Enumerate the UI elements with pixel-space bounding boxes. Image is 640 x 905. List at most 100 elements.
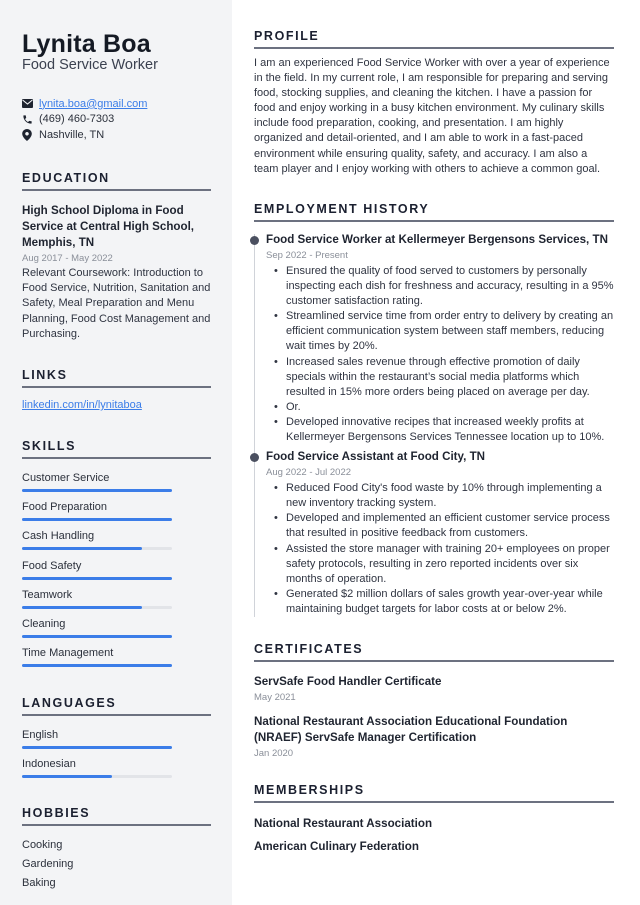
membership-item: American Culinary Federation bbox=[254, 840, 419, 853]
employment-section: EMPLOYMENT HISTORY Food Service Worker a… bbox=[250, 202, 614, 617]
job-title: Food Service Assistant at Food City, TN bbox=[266, 450, 486, 464]
certificates-section: CERTIFICATES ServSafe Food Handler Certi… bbox=[254, 642, 614, 760]
job-bullet: Generated $2 million dollars of sales gr… bbox=[274, 587, 614, 617]
level-bar-fill bbox=[22, 518, 172, 522]
job-entry: Food Service Assistant at Food City, TN A… bbox=[250, 449, 614, 617]
job-bullets: Ensured the quality of food served to cu… bbox=[266, 264, 614, 445]
skill-item: Cleaning bbox=[22, 617, 211, 646]
education-title: High School Diploma in Food Service at C… bbox=[22, 204, 195, 249]
level-bar-fill bbox=[22, 664, 172, 668]
level-bar-track bbox=[22, 634, 172, 638]
skill-item: Time Management bbox=[22, 646, 211, 675]
languages-section: LANGUAGES English Indonesian bbox=[22, 696, 211, 786]
contact-email: lynita.boa@gmail.com bbox=[22, 96, 222, 112]
language-label: English bbox=[22, 729, 59, 741]
email-link[interactable]: lynita.boa@gmail.com bbox=[39, 98, 147, 110]
links-section: LINKS linkedin.com/in/lynitaboa bbox=[22, 368, 211, 411]
level-bar-track bbox=[22, 746, 172, 749]
hobby-item: Cooking bbox=[22, 839, 63, 851]
education-heading: EDUCATION bbox=[22, 171, 110, 185]
languages-list: English Indonesian bbox=[22, 728, 211, 786]
level-bar-track bbox=[22, 518, 172, 522]
section-divider bbox=[22, 189, 211, 191]
level-bar-track bbox=[22, 605, 172, 609]
level-bar-fill bbox=[22, 605, 142, 609]
level-bar-track bbox=[22, 547, 172, 551]
level-bar-fill bbox=[22, 547, 142, 551]
level-bar-track bbox=[22, 576, 172, 580]
section-divider bbox=[22, 824, 211, 826]
linkedin-link[interactable]: linkedin.com/in/lynitaboa bbox=[22, 399, 211, 411]
skills-heading: SKILLS bbox=[22, 439, 77, 453]
skill-item: Cash Handling bbox=[22, 529, 211, 558]
profile-section: PROFILE I am an experienced Food Service… bbox=[254, 29, 614, 177]
hobbies-section: HOBBIES Cooking Gardening Baking bbox=[22, 806, 211, 893]
skill-label: Food Preparation bbox=[22, 501, 107, 514]
skill-label: Cash Handling bbox=[22, 530, 95, 543]
skill-label: Food Safety bbox=[22, 559, 82, 572]
timeline-dot-icon bbox=[250, 236, 259, 245]
job-bullet: Developed and implemented an efficient c… bbox=[274, 511, 614, 541]
job-bullet: Ensured the quality of food served to cu… bbox=[274, 264, 614, 309]
section-divider bbox=[22, 386, 211, 388]
language-item: English bbox=[22, 728, 211, 757]
section-divider bbox=[22, 714, 211, 716]
location-text: Nashville, TN bbox=[39, 128, 105, 141]
job-date: Sep 2022 - Present bbox=[266, 250, 348, 261]
job-bullets: Reduced Food City's food waste by 10% th… bbox=[266, 481, 614, 617]
skill-item: Food Preparation bbox=[22, 500, 211, 529]
certificates-list: ServSafe Food Handler Certificate May 202… bbox=[254, 674, 614, 760]
section-divider bbox=[22, 457, 211, 459]
skill-label: Customer Service bbox=[22, 472, 110, 484]
job-bullet: Assisted the store manager with training… bbox=[274, 542, 614, 587]
contact-block: lynita.boa@gmail.com (469) 460-7303 Nash… bbox=[22, 96, 222, 143]
certificate-name: ServSafe Food Handler Certificate bbox=[254, 675, 442, 688]
section-divider bbox=[254, 47, 614, 49]
candidate-title: Food Service Worker bbox=[22, 57, 158, 73]
timeline-dot-icon bbox=[250, 453, 259, 463]
certificate-date: May 2021 bbox=[254, 691, 296, 703]
level-bar-fill bbox=[22, 634, 172, 638]
skill-label: Teamwork bbox=[22, 588, 73, 601]
hobbies-heading: HOBBIES bbox=[22, 806, 91, 820]
hobby-item: Gardening bbox=[22, 858, 74, 870]
memberships-list: National Restaurant Association American … bbox=[254, 816, 614, 855]
job-title: Food Service Worker at Kellermeyer Berge… bbox=[266, 233, 608, 246]
hobbies-list: Cooking Gardening Baking bbox=[22, 836, 211, 893]
employment-heading: EMPLOYMENT HISTORY bbox=[254, 202, 430, 216]
certificates-heading: CERTIFICATES bbox=[254, 642, 364, 656]
language-label: Indonesian bbox=[22, 758, 76, 771]
phone-text: (469) 460-7303 bbox=[39, 113, 115, 126]
contact-location: Nashville, TN bbox=[22, 127, 222, 143]
language-item: Indonesian bbox=[22, 757, 211, 786]
certificate-item: ServSafe Food Handler Certificate May 202… bbox=[254, 674, 614, 704]
languages-heading: LANGUAGES bbox=[22, 696, 117, 710]
links-heading: LINKS bbox=[22, 368, 68, 382]
employment-timeline: Food Service Worker at Kellermeyer Berge… bbox=[250, 232, 614, 617]
education-date: Aug 2017 - May 2022 bbox=[22, 253, 113, 264]
job-bullet: Reduced Food City's food waste by 10% th… bbox=[274, 481, 614, 511]
skill-item: Teamwork bbox=[22, 588, 211, 617]
profile-heading: PROFILE bbox=[254, 29, 320, 43]
memberships-section: MEMBERSHIPS National Restaurant Associat… bbox=[254, 783, 614, 855]
level-bar-fill bbox=[22, 576, 172, 580]
main-content: PROFILE I am an experienced Food Service… bbox=[250, 0, 614, 905]
job-date: Aug 2022 - Jul 2022 bbox=[266, 467, 352, 479]
section-divider bbox=[254, 220, 614, 222]
level-bar-fill bbox=[22, 775, 112, 779]
skill-item: Food Safety bbox=[22, 559, 211, 588]
sidebar: Lynita Boa Food Service Worker lynita.bo… bbox=[0, 0, 232, 905]
profile-summary: I am an experienced Food Service Worker … bbox=[254, 57, 610, 175]
level-bar-track bbox=[22, 664, 172, 668]
job-entry: Food Service Worker at Kellermeyer Berge… bbox=[250, 232, 614, 445]
skill-item: Customer Service bbox=[22, 471, 211, 500]
job-bullet: Streamlined service time from order entr… bbox=[274, 309, 614, 354]
level-bar-fill bbox=[22, 746, 172, 749]
section-divider bbox=[254, 660, 614, 662]
skill-label: Cleaning bbox=[22, 617, 66, 630]
membership-item: National Restaurant Association bbox=[254, 817, 433, 830]
education-description: Relevant Coursework: Introduction to Foo… bbox=[22, 267, 211, 340]
job-bullet: Or. bbox=[274, 400, 614, 415]
certificate-item: National Restaurant Association Educatio… bbox=[254, 714, 614, 760]
level-bar-fill bbox=[22, 489, 172, 492]
